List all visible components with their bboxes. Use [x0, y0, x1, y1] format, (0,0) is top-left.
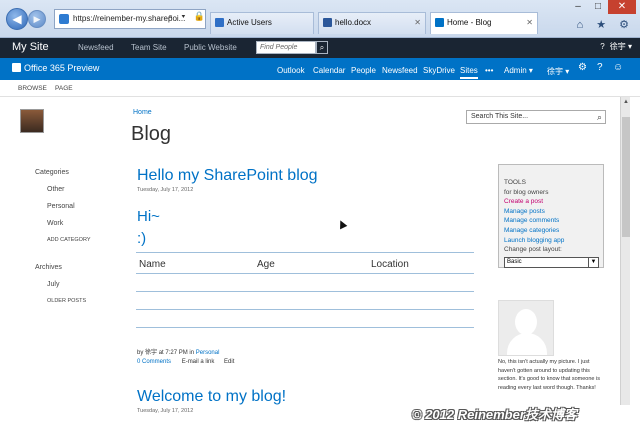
manage-posts-link[interactable]: Manage posts — [504, 207, 598, 217]
tab-browse[interactable]: BROWSE — [18, 85, 47, 92]
manage-comments-link[interactable]: Manage comments — [504, 216, 598, 226]
minimize-button[interactable]: – — [568, 0, 588, 14]
office365-bar: Office 365 Preview Outlook Calendar Peop… — [0, 58, 640, 80]
gear-icon[interactable]: ⚙ — [578, 62, 587, 73]
page-title: Blog — [131, 123, 172, 145]
screenshot: ◀ ▶ https://reinember-my.sharepoi... ⌕ ▾… — [0, 0, 640, 426]
post-table: Name Age Location — [136, 252, 474, 328]
close-tab-icon[interactable]: ✕ — [414, 13, 421, 33]
close-window-button[interactable]: ✕ — [608, 0, 636, 14]
category-work[interactable]: Work — [47, 220, 63, 227]
nav-newsfeed[interactable]: Newsfeed — [382, 66, 418, 75]
column-header-age: Age — [257, 259, 275, 270]
suite-bar: My Site Newsfeed Team Site Public Websit… — [0, 38, 640, 58]
smiley-icon[interactable]: ☺ — [613, 62, 623, 73]
add-category-link[interactable]: ADD CATEGORY — [47, 237, 91, 243]
post-body-text: Hi~ — [137, 208, 160, 225]
launch-blogging-app-link[interactable]: Launch blogging app — [504, 236, 598, 246]
window-controls: – □ ✕ — [568, 0, 636, 14]
forward-button[interactable]: ▶ — [28, 10, 46, 28]
profile-placeholder-image — [498, 300, 554, 356]
help-icon[interactable]: ? — [600, 42, 604, 51]
site-search-input[interactable]: Search This Site... ⌕ — [466, 110, 606, 124]
bio-text: No, this isn't actually my picture. I ju… — [498, 359, 600, 391]
sharepoint-icon — [435, 18, 444, 27]
maximize-button[interactable]: □ — [588, 0, 608, 14]
office-icon — [12, 63, 21, 72]
close-tab-icon[interactable]: ✕ — [526, 13, 533, 33]
team-site-link[interactable]: Team Site — [131, 43, 167, 52]
tools-heading: TOOLS — [504, 179, 526, 186]
nav-outlook[interactable]: Outlook — [277, 66, 305, 75]
word-icon — [323, 18, 332, 27]
manage-categories-link[interactable]: Manage categories — [504, 226, 598, 236]
find-people-input[interactable]: Find People — [256, 41, 316, 54]
nav-admin[interactable]: Admin ▾ — [504, 66, 533, 75]
post-layout-select[interactable]: Basic ▼ — [504, 256, 599, 268]
nav-more[interactable]: ••• — [485, 66, 493, 75]
browser-toolbar-icons[interactable]: ⌂ ★ ⚙ — [577, 18, 634, 31]
post-title[interactable]: Hello my SharePoint blog — [137, 167, 318, 185]
scrollbar-thumb[interactable] — [622, 117, 630, 237]
edit-link[interactable]: Edit — [224, 359, 234, 365]
post-layout-label: Change post layout: — [504, 246, 562, 254]
nav-skydrive[interactable]: SkyDrive — [423, 66, 455, 75]
comments-link[interactable]: 0 Comments — [137, 359, 171, 365]
post-date: Tuesday, July 17, 2012 — [137, 187, 194, 193]
post-title[interactable]: Welcome to my blog! — [137, 388, 286, 406]
nav-sites[interactable]: Sites — [460, 66, 478, 79]
tab-home-blog[interactable]: Home - Blog ✕ — [430, 12, 538, 34]
tab-active-users[interactable]: Active Users — [210, 12, 314, 34]
back-button[interactable]: ◀ — [6, 8, 28, 30]
tab-hello-docx[interactable]: hello.docx ✕ — [318, 12, 426, 34]
breadcrumb-home[interactable]: Home — [133, 109, 152, 116]
archives-heading: Archives — [35, 264, 62, 271]
mouse-cursor-icon — [336, 218, 348, 230]
older-posts-link[interactable]: OLDER POSTS — [47, 298, 86, 304]
blog-tools-panel: TOOLS for blog owners Create a post Mana… — [498, 164, 604, 268]
chevron-down-icon: ▼ — [588, 257, 598, 267]
archive-july[interactable]: July — [47, 281, 59, 288]
table-row — [136, 292, 474, 310]
author-link[interactable]: 徐宇 — [145, 350, 157, 356]
nav-people[interactable]: People — [351, 66, 376, 75]
help-icon[interactable]: ? — [597, 62, 603, 73]
ribbon: BROWSE PAGE — [0, 80, 640, 97]
public-website-link[interactable]: Public Website — [184, 43, 237, 52]
post-actions: 0 Comments E-mail a link Edit — [137, 359, 234, 365]
tools-subheading: for blog owners — [504, 188, 549, 196]
table-row — [136, 274, 474, 292]
site-icon — [59, 14, 69, 24]
nav-calendar[interactable]: Calendar — [313, 66, 345, 75]
post-date: Tuesday, July 17, 2012 — [137, 408, 194, 414]
category-other[interactable]: Other — [47, 186, 65, 193]
post-byline: by 徐宇 at 7:27 PM in Personal — [137, 350, 220, 356]
scroll-up-icon[interactable]: ▲ — [621, 99, 631, 105]
tab-page[interactable]: PAGE — [55, 85, 73, 92]
search-icon[interactable]: ⌕ — [597, 111, 602, 123]
users-icon — [215, 18, 224, 27]
newsfeed-link[interactable]: Newsfeed — [78, 43, 114, 52]
o365-user-menu[interactable]: 徐宇 ▾ — [547, 66, 569, 77]
categories-heading: Categories — [35, 169, 69, 176]
browser-chrome: ◀ ▶ https://reinember-my.sharepoi... ⌕ ▾… — [0, 0, 640, 38]
table-header-row: Name Age Location — [136, 252, 474, 274]
category-link[interactable]: Personal — [196, 350, 220, 356]
column-header-name: Name — [139, 259, 166, 270]
search-icon[interactable]: ⌕ — [316, 41, 328, 54]
table-row — [136, 310, 474, 328]
post-body-text: :) — [137, 230, 147, 247]
my-site-link[interactable]: My Site — [12, 41, 49, 53]
column-header-location: Location — [371, 259, 409, 270]
scrollbar[interactable]: ▲ — [620, 97, 630, 405]
category-personal[interactable]: Personal — [47, 203, 75, 210]
suite-user-menu[interactable]: ? 徐宇 ▾ — [600, 41, 632, 52]
email-link[interactable]: E-mail a link — [182, 359, 215, 365]
watermark: © 2012 Reinember技术博客 — [412, 407, 577, 422]
create-post-link[interactable]: Create a post — [504, 197, 598, 207]
avatar[interactable] — [20, 109, 44, 133]
office365-logo[interactable]: Office 365 Preview — [12, 63, 99, 73]
